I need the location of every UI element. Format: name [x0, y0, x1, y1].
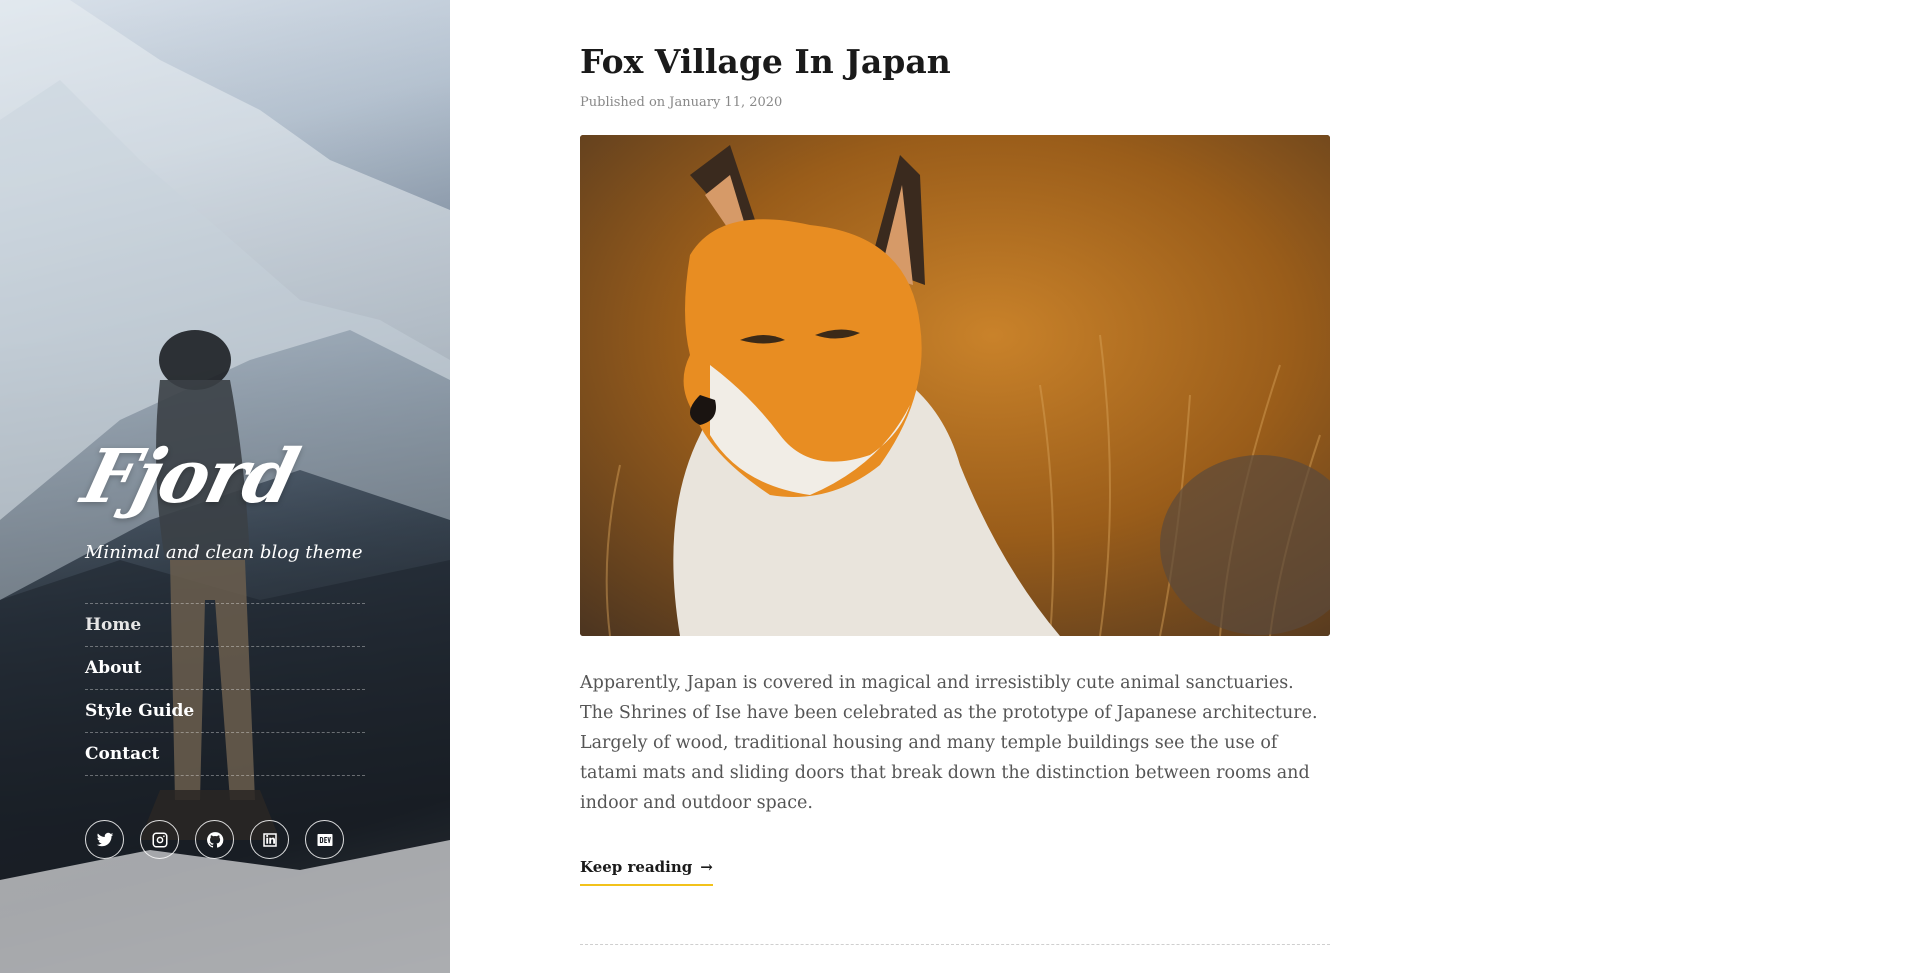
- nav-link-style-guide[interactable]: Style Guide: [85, 690, 365, 732]
- twitter-button[interactable]: [85, 820, 124, 859]
- social-links: [85, 820, 365, 859]
- site-tagline: Minimal and clean blog theme: [85, 542, 363, 563]
- keep-reading-label: Keep reading: [580, 857, 693, 876]
- github-icon: [206, 831, 223, 848]
- linkedin-icon: [262, 832, 277, 847]
- dev-button[interactable]: [305, 820, 344, 859]
- nav-link-about[interactable]: About: [85, 647, 365, 689]
- sidebar: Fjord Minimal and clean blog theme Home …: [0, 0, 450, 973]
- dev-icon: [317, 833, 332, 846]
- main-content: Fox Village In Japan Published on Januar…: [580, 0, 1330, 945]
- post-divider: [580, 943, 1330, 945]
- nav-link-contact[interactable]: Contact: [85, 733, 365, 775]
- github-button[interactable]: [195, 820, 234, 859]
- instagram-icon: [152, 832, 167, 847]
- post-title[interactable]: Fox Village In Japan: [580, 42, 1330, 82]
- sidebar-content: Fjord Minimal and clean blog theme Home …: [74, 434, 365, 859]
- instagram-button[interactable]: [140, 820, 179, 859]
- keep-reading-link[interactable]: Keep reading →: [580, 858, 713, 886]
- nav-link-home[interactable]: Home: [85, 604, 365, 646]
- main-nav: Home About Style Guide Contact: [85, 603, 365, 776]
- post-date: Published on January 11, 2020: [580, 94, 783, 110]
- linkedin-button[interactable]: [250, 820, 289, 859]
- nav-item-home: Home: [85, 603, 365, 647]
- fox-illustration: [580, 134, 1330, 636]
- nav-item-about: About: [85, 647, 365, 690]
- post: Fox Village In Japan Published on Januar…: [580, 42, 1330, 945]
- site-logo[interactable]: Fjord: [74, 434, 305, 520]
- post-excerpt: Apparently, Japan is covered in magical …: [580, 672, 1318, 813]
- twitter-icon: [96, 832, 113, 846]
- nav-item-contact: Contact: [85, 733, 365, 776]
- nav-item-style-guide: Style Guide: [85, 690, 365, 733]
- post-featured-image[interactable]: [580, 134, 1330, 636]
- arrow-right-icon: →: [700, 857, 713, 876]
